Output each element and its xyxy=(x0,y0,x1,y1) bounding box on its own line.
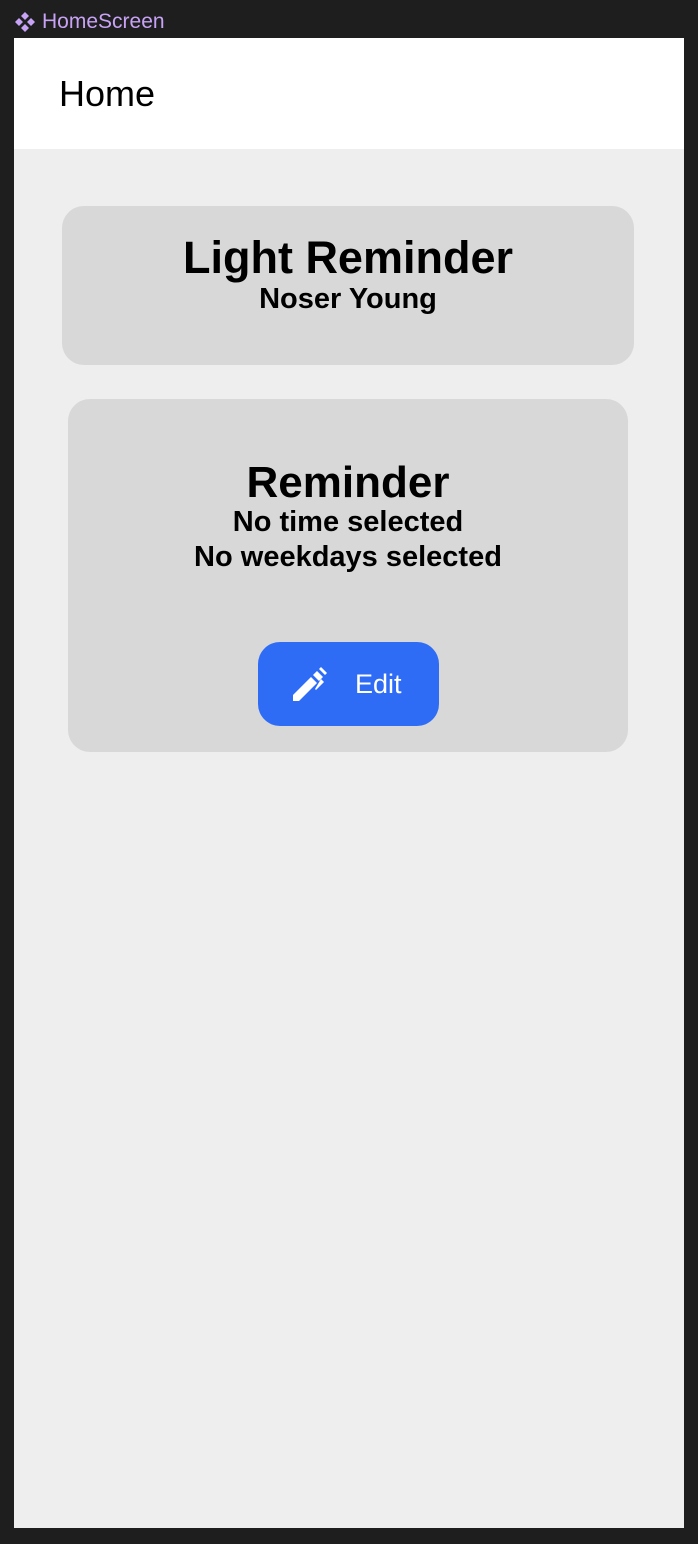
frame-label-text: HomeScreen xyxy=(42,10,165,33)
reminder-card: Reminder No time selected No weekdays se… xyxy=(68,399,628,752)
edit-button-label: Edit xyxy=(355,669,402,699)
home-screen: Home Light Reminder Noser Young Reminder… xyxy=(14,38,684,1528)
edit-button[interactable]: Edit xyxy=(258,642,439,726)
reminder-title: Reminder xyxy=(246,458,450,507)
component-icon xyxy=(14,11,36,33)
app-title: Light Reminder xyxy=(182,232,513,283)
page-title: Home xyxy=(59,73,156,114)
frame-label: HomeScreen xyxy=(14,8,165,36)
reminder-weekdays-text: No weekdays selected xyxy=(194,541,502,573)
user-name: Noser Young xyxy=(259,283,437,315)
reminder-time-text: No time selected xyxy=(232,506,464,538)
app-header-card: Light Reminder Noser Young xyxy=(62,206,634,365)
app-bar: Home xyxy=(14,38,684,149)
pencil-icon xyxy=(291,665,329,703)
